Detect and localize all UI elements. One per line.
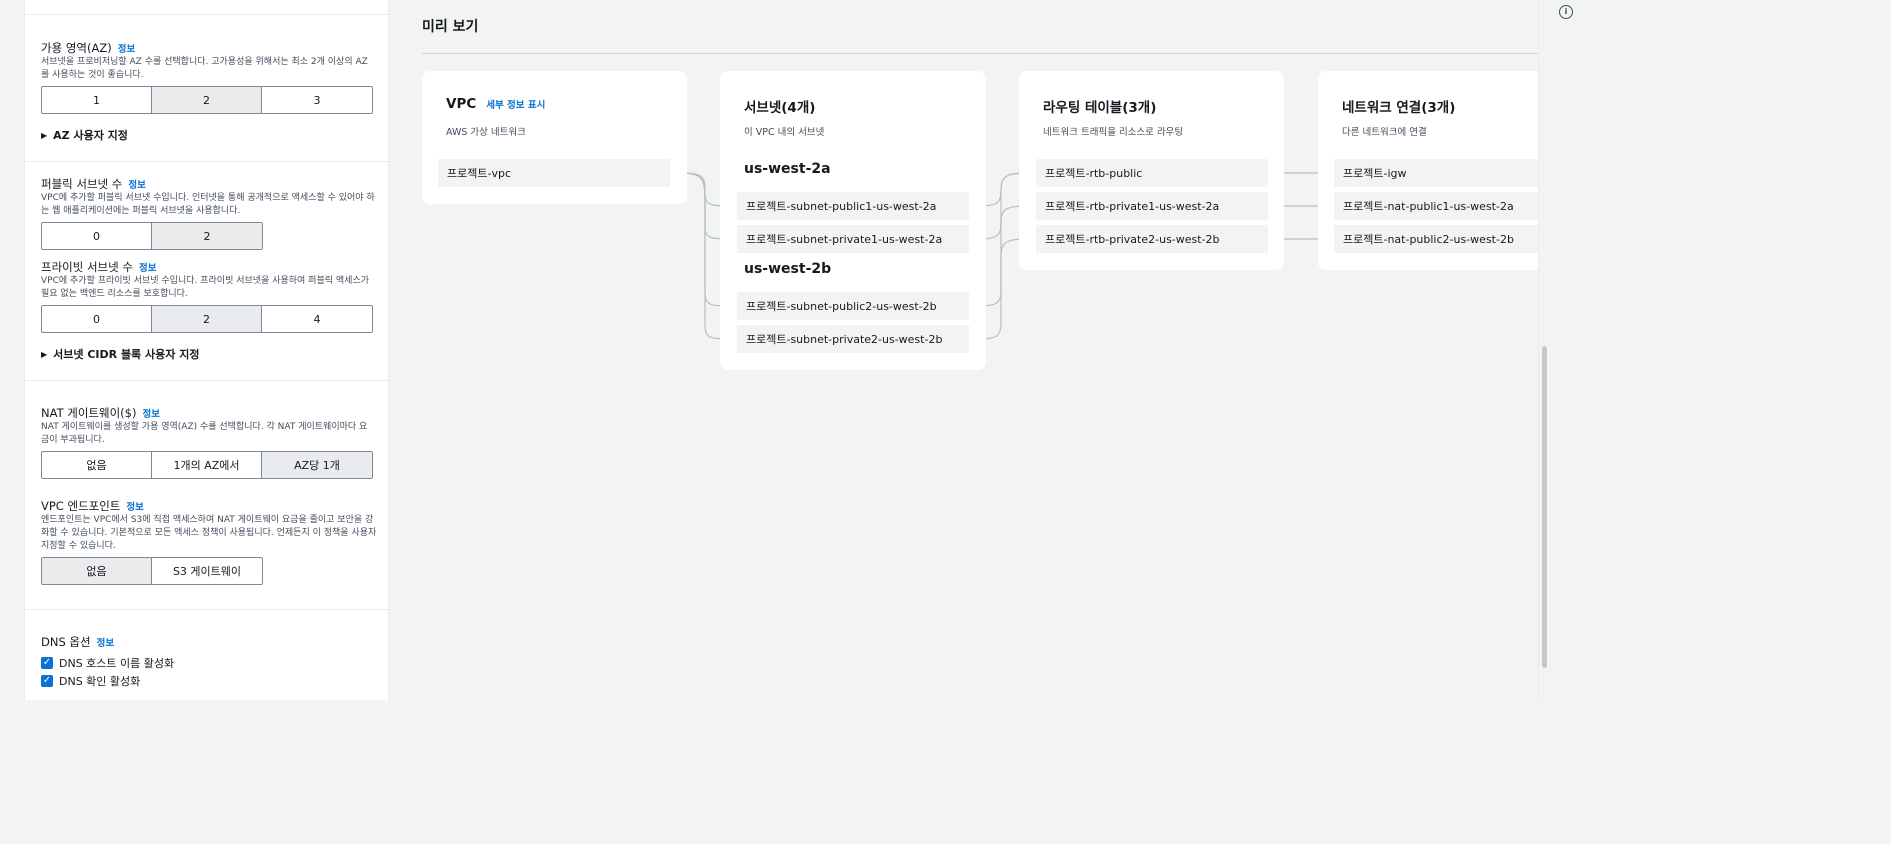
subnet-node[interactable]: 프로젝트-subnet-public2-us-west-2b [737, 292, 969, 320]
subnets-card: 서브넷(4개) 이 VPC 내의 서브넷 us-west-2a 프로젝트-sub… [720, 71, 986, 370]
vpc-node[interactable]: 프로젝트-vpc [438, 159, 670, 187]
connection-node[interactable]: 프로젝트-nat-public2-us-west-2b [1334, 225, 1538, 253]
subnets-card-title: 서브넷(4개) [744, 100, 816, 116]
info-circle-icon[interactable]: i [1559, 5, 1573, 19]
route-table-node[interactable]: 프로젝트-rtb-private1-us-west-2a [1036, 192, 1268, 220]
subnet-node[interactable]: 프로젝트-subnet-public1-us-west-2a [737, 192, 969, 220]
subnet-node[interactable]: 프로젝트-subnet-private2-us-west-2b [737, 325, 969, 353]
route-table-node[interactable]: 프로젝트-rtb-private2-us-west-2b [1036, 225, 1268, 253]
network-connections-card: 네트워크 연결(3개) 다른 네트워크에 연결 프로젝트-igw 프로젝트-na… [1318, 71, 1538, 270]
route-table-node[interactable]: 프로젝트-rtb-public [1036, 159, 1268, 187]
route-tables-card-subtitle: 네트워크 트래픽을 리소스로 라우팅 [1043, 127, 1184, 138]
connection-node[interactable]: 프로젝트-igw [1334, 159, 1538, 187]
connections-card-title: 네트워크 연결(3개) [1342, 100, 1456, 116]
connection-node[interactable]: 프로젝트-nat-public1-us-west-2a [1334, 192, 1538, 220]
subnets-card-subtitle: 이 VPC 내의 서브넷 [744, 127, 825, 138]
vpc-title-text: VPC [446, 96, 477, 112]
vpc-card-title: VPC 세부 정보 표시 [446, 96, 545, 112]
connections-card-subtitle: 다른 네트워크에 연결 [1342, 127, 1427, 138]
show-details-link[interactable]: 세부 정보 표시 [486, 100, 545, 111]
vpc-card-subtitle: AWS 가상 네트워크 [446, 127, 526, 138]
vpc-card: VPC 세부 정보 표시 AWS 가상 네트워크 프로젝트-vpc [422, 71, 687, 204]
scrollbar-thumb[interactable] [1542, 346, 1547, 668]
az-group-heading: us-west-2b [744, 261, 832, 277]
az-group-heading: us-west-2a [744, 161, 831, 177]
route-tables-card-title: 라우팅 테이블(3개) [1043, 100, 1157, 116]
subnet-node[interactable]: 프로젝트-subnet-private1-us-west-2a [737, 225, 969, 253]
route-tables-card: 라우팅 테이블(3개) 네트워크 트래픽을 리소스로 라우팅 프로젝트-rtb-… [1019, 71, 1284, 270]
